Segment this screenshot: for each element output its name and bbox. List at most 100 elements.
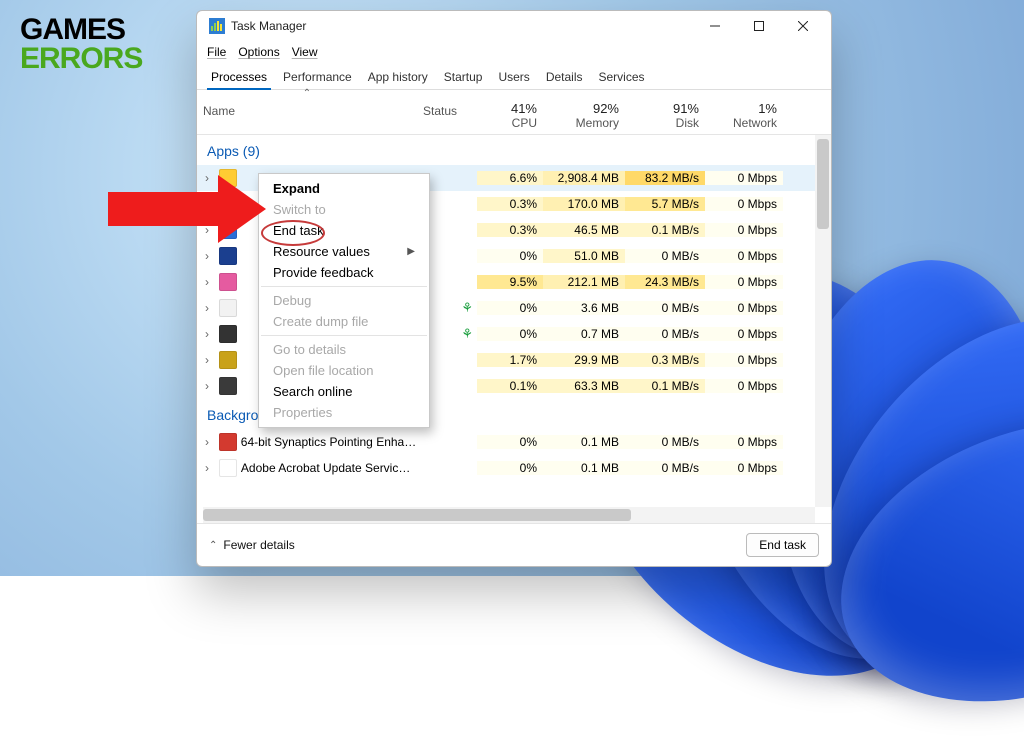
site-logo: GAMES ERRORS: [20, 16, 142, 73]
col-name-label: Name: [203, 104, 411, 118]
app-icon: [219, 377, 237, 395]
expand-chevron-icon[interactable]: ›: [205, 301, 215, 315]
app-icon: [219, 273, 237, 291]
cell: 2,908.4 MB: [543, 171, 625, 185]
menu-item: Open file location: [259, 360, 429, 381]
menu-item: Debug: [259, 290, 429, 311]
titlebar[interactable]: Task Manager: [197, 11, 831, 41]
menu-item: Switch to: [259, 199, 429, 220]
cell: 0 MB/s: [625, 301, 705, 315]
cell: 0 Mbps: [705, 353, 783, 367]
cell: 0.1 MB: [543, 435, 625, 449]
col-disk[interactable]: 91%Disk: [625, 90, 705, 134]
menu-item[interactable]: Expand: [259, 178, 429, 199]
menu-item-label: Expand: [273, 181, 320, 196]
menu-separator: [261, 286, 427, 287]
cell: 0 Mbps: [705, 171, 783, 185]
col-network[interactable]: 1%Network: [705, 90, 783, 134]
maximize-button[interactable]: [737, 11, 781, 41]
sort-indicator-icon: ⌃: [303, 88, 311, 99]
expand-chevron-icon[interactable]: ›: [205, 275, 215, 289]
menu-item[interactable]: Provide feedback: [259, 262, 429, 283]
cell: 0 MB/s: [625, 327, 705, 341]
tab-performance[interactable]: Performance: [275, 66, 360, 89]
menu-item: Create dump file: [259, 311, 429, 332]
tab-processes[interactable]: Processes: [203, 66, 275, 89]
cell: 0 MB/s: [625, 461, 705, 475]
menu-item-label: Debug: [273, 293, 311, 308]
efficiency-mode-icon: ⚘: [461, 300, 473, 316]
expand-chevron-icon[interactable]: ›: [205, 435, 215, 449]
app-icon: [219, 433, 237, 451]
cell: 0 Mbps: [705, 327, 783, 341]
cell: 6.6%: [477, 171, 543, 185]
cell: 0 Mbps: [705, 379, 783, 393]
section-apps[interactable]: Apps (9): [197, 135, 831, 165]
app-icon: [219, 325, 237, 343]
process-name: Adobe Acrobat Update Service ...: [241, 461, 417, 475]
tab-details[interactable]: Details: [538, 66, 591, 89]
cell: 46.5 MB: [543, 223, 625, 237]
annotation-arrow: [108, 192, 218, 226]
cell: 170.0 MB: [543, 197, 625, 211]
cell: 212.1 MB: [543, 275, 625, 289]
footer: ⌃ Fewer details End task: [197, 523, 831, 566]
tab-startup[interactable]: Startup: [436, 66, 491, 89]
scrollbar-thumb[interactable]: [817, 139, 829, 229]
cell: 24.3 MB/s: [625, 275, 705, 289]
cell: 0%: [477, 327, 543, 341]
annotation-circle: [261, 220, 325, 246]
column-headers: ⌃ Name Status 41%CPU 92%Memory 91%Disk 1…: [197, 90, 831, 135]
cell: 0%: [477, 249, 543, 263]
disk-usage-pct: 91%: [631, 101, 699, 116]
fewer-details-toggle[interactable]: ⌃ Fewer details: [209, 538, 295, 552]
tab-users[interactable]: Users: [490, 66, 537, 89]
expand-chevron-icon[interactable]: ›: [205, 379, 215, 393]
cell: 0%: [477, 435, 543, 449]
menu-item: Properties: [259, 402, 429, 423]
cell: 0%: [477, 301, 543, 315]
expand-chevron-icon[interactable]: ›: [205, 171, 215, 185]
horizontal-scrollbar[interactable]: [203, 507, 815, 523]
cell: 51.0 MB: [543, 249, 625, 263]
col-memory[interactable]: 92%Memory: [543, 90, 625, 134]
cpu-usage-pct: 41%: [483, 101, 537, 116]
expand-chevron-icon[interactable]: ›: [205, 249, 215, 263]
cell: 29.9 MB: [543, 353, 625, 367]
menu-file[interactable]: File: [207, 45, 226, 59]
col-cpu[interactable]: 41%CPU: [477, 90, 543, 134]
tab-app-history[interactable]: App history: [360, 66, 436, 89]
app-icon: [219, 351, 237, 369]
cell: 83.2 MB/s: [625, 171, 705, 185]
minimize-button[interactable]: [693, 11, 737, 41]
network-usage-pct: 1%: [711, 101, 777, 116]
cell: 63.3 MB: [543, 379, 625, 393]
efficiency-mode-icon: ⚘: [461, 326, 473, 342]
menu-view[interactable]: View: [292, 45, 318, 59]
tab-services[interactable]: Services: [591, 66, 653, 89]
menu-separator: [261, 335, 427, 336]
close-button[interactable]: [781, 11, 825, 41]
cell: 0.1 MB: [543, 461, 625, 475]
menu-item-label: Open file location: [273, 363, 373, 378]
process-row[interactable]: ›Adobe Acrobat Update Service ... 0%0.1 …: [197, 455, 831, 481]
process-row[interactable]: › 64-bit Synaptics Pointing Enhan... 0%0.…: [197, 429, 831, 455]
scrollbar-thumb[interactable]: [203, 509, 631, 521]
expand-chevron-icon[interactable]: ›: [205, 461, 215, 475]
end-task-button[interactable]: End task: [746, 533, 819, 557]
close-icon: [798, 21, 808, 31]
col-status[interactable]: Status: [417, 90, 477, 134]
cell: 0.1 MB/s: [625, 379, 705, 393]
expand-chevron-icon[interactable]: ›: [205, 327, 215, 341]
expand-chevron-icon[interactable]: ›: [205, 353, 215, 367]
cell: 0 Mbps: [705, 461, 783, 475]
menu-options[interactable]: Options: [238, 45, 279, 59]
app-icon: [209, 18, 225, 34]
process-name: 64-bit Synaptics Pointing Enhan...: [241, 435, 417, 449]
menu-item: Go to details: [259, 339, 429, 360]
chevron-up-icon: ⌃: [209, 540, 217, 551]
tabstrip: Processes Performance App history Startu…: [197, 63, 831, 90]
menu-item[interactable]: Search online: [259, 381, 429, 402]
col-name[interactable]: ⌃ Name: [197, 90, 417, 134]
vertical-scrollbar[interactable]: [815, 135, 831, 507]
